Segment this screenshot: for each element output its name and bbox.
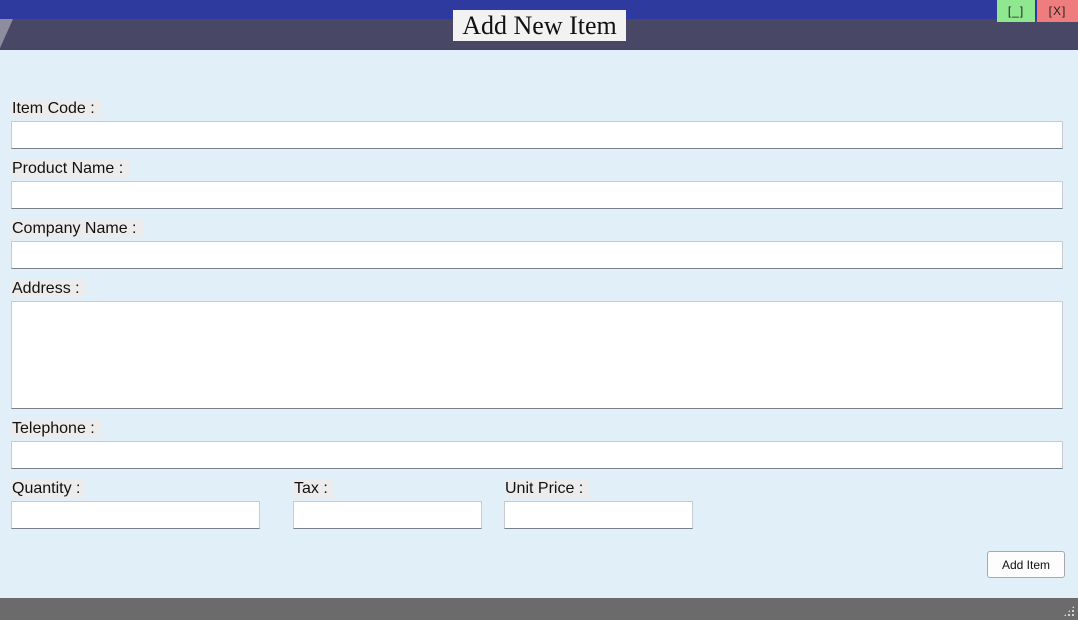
- resize-grip-icon[interactable]: [1063, 605, 1075, 617]
- telephone-label: Telephone :: [12, 420, 101, 438]
- close-button[interactable]: [X]: [1037, 0, 1078, 22]
- unit-price-label: Unit Price :: [505, 480, 590, 498]
- telephone-field[interactable]: [11, 441, 1063, 469]
- add-item-button[interactable]: Add Item: [987, 551, 1065, 578]
- minimize-button[interactable]: [_]: [997, 0, 1035, 22]
- quantity-field[interactable]: [11, 501, 260, 529]
- product-name-label: Product Name :: [12, 160, 130, 178]
- tax-label: Tax :: [294, 480, 334, 498]
- title-bar[interactable]: Add New Item [_] [X]: [0, 0, 1078, 50]
- company-name-label: Company Name :: [12, 220, 143, 238]
- window-title: Add New Item: [453, 10, 626, 41]
- address-label: Address :: [12, 280, 86, 298]
- product-name-field[interactable]: [11, 181, 1063, 209]
- status-bar: [0, 598, 1078, 620]
- unit-price-field[interactable]: [504, 501, 693, 529]
- tax-field[interactable]: [293, 501, 482, 529]
- company-name-field[interactable]: [11, 241, 1063, 269]
- item-code-field[interactable]: [11, 121, 1063, 149]
- title-bar-corner: [0, 19, 13, 48]
- quantity-label: Quantity :: [12, 480, 87, 498]
- address-field[interactable]: [11, 301, 1063, 409]
- item-code-label: Item Code :: [12, 100, 101, 118]
